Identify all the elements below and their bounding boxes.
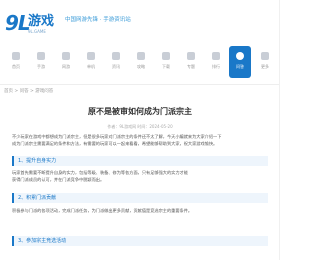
paragraph-line: 成为门派宗主需要满足的条件和方法，有需要的玩家可以一起来看看，希望能够帮助到大家…: [12, 140, 218, 146]
nav-item-label: 网游: [62, 64, 70, 69]
logo-text: 游戏: [28, 14, 55, 29]
trophy-icon: [212, 52, 220, 60]
gamepad-icon: [62, 52, 70, 60]
monitor-icon: [87, 52, 95, 60]
logo-subtext: 9L.GAME: [28, 29, 46, 34]
home-icon: [12, 52, 20, 60]
section-body: 玩家首先需要不断提升自身的实力，包括等级、装备、修为等各方面，只有足够强大的实力…: [12, 170, 266, 183]
nav-item-more[interactable]: 更多: [254, 46, 276, 78]
nav-item-single-player[interactable]: 单机: [80, 46, 102, 78]
section-body: 积极参与门派的各项活动，完成门派任务，为门派做出更多贡献，贡献值是竞选宗主的重要…: [12, 208, 266, 215]
breadcrumb[interactable]: 首页 > 问答 > 游戏问答: [4, 89, 53, 95]
nav-item-topics[interactable]: 专题: [180, 46, 202, 78]
article-title: 原不是被审如何成为门派宗主: [88, 107, 192, 116]
nav-item-download[interactable]: 下载: [155, 46, 177, 78]
nav-item-label: 首页: [12, 64, 20, 69]
folder-icon: [187, 52, 195, 60]
nav-item-news[interactable]: 资讯: [105, 46, 127, 78]
site-slogan: 中国网游先锋 · 手游资讯站: [65, 17, 131, 23]
phone-icon: [37, 52, 45, 60]
paragraph-line: 获得门派成员的认可，并在门派竞争中脱颖而出。: [12, 176, 105, 182]
section-heading: 1、提升自身实力: [12, 156, 268, 166]
main-nav: 首页 手游 网游 单机 资讯 攻略 下载 专题 排行 问答 更多: [0, 46, 280, 78]
section-heading-text: 2、积累门派贡献: [18, 195, 57, 201]
paragraph-line: 积极参与门派的各项活动，完成门派任务，为门派做出更多贡献，贡献值是竞选宗主的重要…: [12, 208, 193, 213]
nav-item-label: 攻略: [137, 64, 145, 69]
section-heading: 2、积累门派贡献: [12, 193, 268, 203]
download-icon: [162, 52, 170, 60]
scrollbar-track[interactable]: [279, 0, 280, 260]
nav-item-label: 手游: [37, 64, 45, 69]
book-icon: [137, 52, 145, 60]
nav-item-qa[interactable]: 问答: [229, 46, 251, 78]
nav-item-label: 资讯: [112, 64, 120, 69]
nav-item-label: 问答: [236, 64, 244, 69]
nav-item-label: 单机: [87, 64, 95, 69]
nav-item-home[interactable]: 首页: [5, 46, 27, 78]
section-heading-text: 1、提升自身实力: [18, 158, 57, 164]
nav-divider: [0, 84, 280, 85]
nav-item-label: 专题: [187, 64, 195, 69]
news-icon: [112, 52, 120, 60]
article-meta: 作者：9L游戏网 时间：2024-05-20: [107, 124, 173, 129]
logo-number: 9L: [5, 11, 31, 35]
site-logo[interactable]: 9L 游戏 9L.GAME: [5, 13, 61, 35]
article-intro: 不少玩家在游戏中都想成为门派宗主，但是很多玩家对门派宗主的条件还不太了解，今天小…: [12, 134, 266, 147]
nav-item-guides[interactable]: 攻略: [130, 46, 152, 78]
nav-item-online-games[interactable]: 网游: [55, 46, 77, 78]
section-heading: 3、参加宗主竞选活动: [12, 236, 268, 246]
nav-item-label: 下载: [162, 64, 170, 69]
grid-icon: [261, 52, 269, 60]
nav-item-label: 更多: [261, 64, 269, 69]
section-heading-text: 3、参加宗主竞选活动: [18, 238, 67, 244]
nav-item-mobile-games[interactable]: 手游: [30, 46, 52, 78]
nav-item-ranking[interactable]: 排行: [205, 46, 227, 78]
question-icon: [236, 52, 244, 60]
site-header: 9L 游戏 9L.GAME 中国网游先锋 · 手游资讯站: [0, 0, 280, 44]
nav-item-label: 排行: [212, 64, 220, 69]
